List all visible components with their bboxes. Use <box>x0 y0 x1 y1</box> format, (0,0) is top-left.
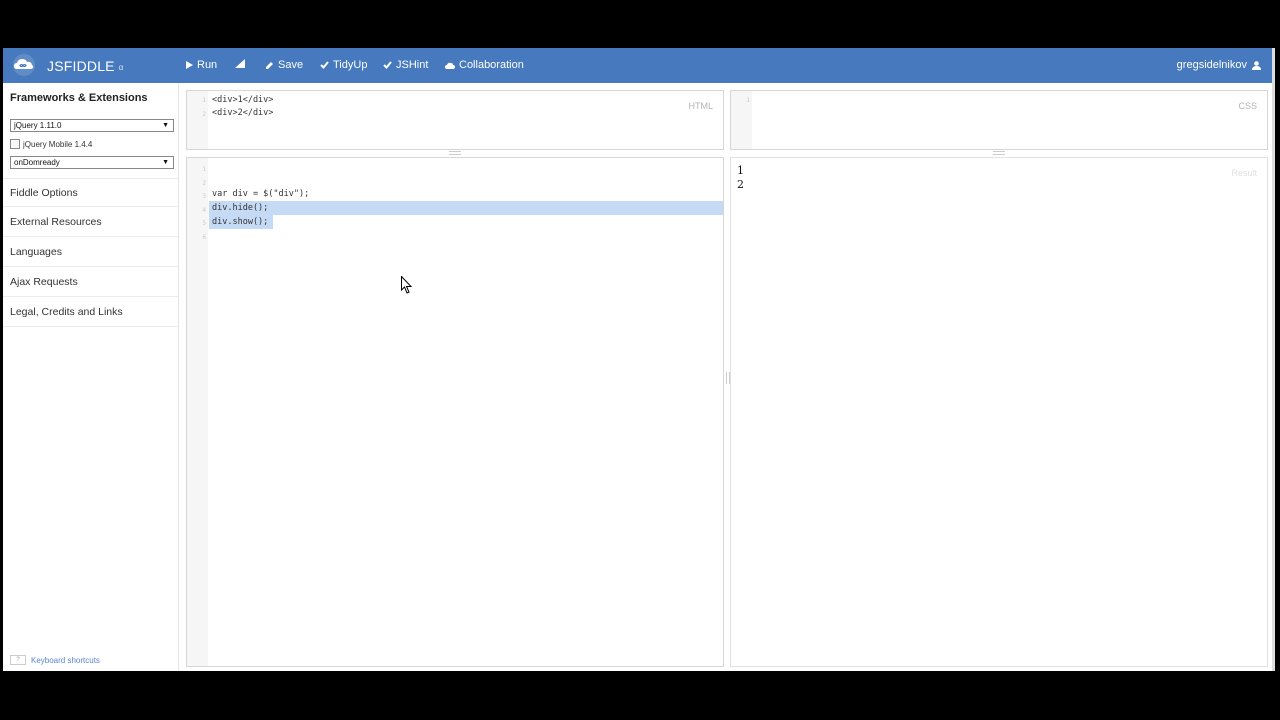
sidebar-item-label: Legal, Credits and Links <box>10 306 123 318</box>
mouse-cursor-icon <box>401 276 413 294</box>
dropdown-arrow-icon: ▼ <box>162 159 169 166</box>
user-icon <box>1252 60 1261 70</box>
line-number: 5 <box>202 220 206 227</box>
javascript-editor-panel[interactable]: 1 2 3 4 5 6 var div = $("div"); div.hide… <box>186 157 724 667</box>
brand-version-mark: α <box>118 62 124 72</box>
collaboration-label: Collaboration <box>459 59 524 71</box>
sidebar-item-label: Languages <box>10 246 62 258</box>
user-menu[interactable]: gregsidelnikov <box>1177 59 1261 71</box>
sidebar-item-languages[interactable]: Languages <box>3 238 178 267</box>
signal-bars-icon <box>235 59 245 68</box>
sidebar-item-label: Ajax Requests <box>10 276 78 288</box>
js-code-line[interactable]: div.hide(); <box>212 203 268 213</box>
load-type-select[interactable]: onDomready ▼ <box>10 156 174 169</box>
line-number: 3 <box>202 193 206 200</box>
html-editor-panel[interactable]: 1 2 <div>1</div> <div>2</div> HTML <box>186 90 724 155</box>
keyboard-shortcuts-label: Keyboard shortcuts <box>31 655 100 665</box>
keyboard-key-icon: ? <box>10 655 26 665</box>
run-button[interactable]: Run <box>186 59 217 71</box>
css-panel-label: CSS <box>1238 101 1257 111</box>
run-label: Run <box>197 59 218 71</box>
sidebar-item-legal-credits-links[interactable]: Legal, Credits and Links <box>3 298 178 327</box>
result-div-2: 2 <box>737 178 744 191</box>
html-resize-handle[interactable] <box>449 151 461 155</box>
collaboration-button[interactable]: Collaboration <box>445 59 524 71</box>
tidyup-label: TidyUp <box>333 59 368 71</box>
js-code-line[interactable]: var div = $("div"); <box>212 189 309 199</box>
html-code-line[interactable]: <div>2</div> <box>212 108 273 118</box>
line-number: 2 <box>202 111 206 118</box>
load-type-value: onDomready <box>14 158 60 167</box>
username: gregsidelnikov <box>1176 59 1247 71</box>
tidyup-button[interactable]: TidyUp <box>320 59 367 71</box>
sidebar-item-label: External Resources <box>10 216 102 228</box>
play-icon <box>186 61 193 69</box>
line-number: 1 <box>202 166 206 173</box>
jshint-button[interactable]: JSHint <box>383 59 428 71</box>
selection-highlight <box>209 201 723 215</box>
html-code-line[interactable]: <div>1</div> <box>212 95 273 105</box>
brand-text: JSFIDDLE <box>47 58 115 74</box>
save-label: Save <box>278 59 304 71</box>
line-number: 6 <box>202 234 206 241</box>
jsfiddle-app: JSFIDDLE α Run Save TidyUp JSHint Collabo… <box>3 48 1275 671</box>
frameworks-extensions-heading: Frameworks & Extensions <box>10 92 148 104</box>
dropdown-arrow-icon: ▼ <box>162 122 169 129</box>
check-icon <box>383 61 392 69</box>
framework-select-value: jQuery 1.11.0 <box>14 121 62 130</box>
window-scrollbar[interactable] <box>1272 48 1275 671</box>
line-number: 1 <box>746 97 750 104</box>
keyboard-shortcuts-link[interactable]: ? Keyboard shortcuts <box>10 655 100 665</box>
stats-button[interactable] <box>235 59 245 68</box>
brand-name[interactable]: JSFIDDLE α <box>47 58 124 74</box>
line-number: 4 <box>202 207 206 214</box>
jsfiddle-cloud-logo-icon[interactable] <box>11 54 37 76</box>
save-button[interactable]: Save <box>265 59 303 71</box>
line-number: 1 <box>202 97 206 104</box>
jquery-mobile-checkbox[interactable] <box>10 139 20 149</box>
html-panel-label: HTML <box>688 101 714 111</box>
sidebar: Frameworks & Extensions jQuery 1.11.0 ▼ … <box>3 83 179 671</box>
jshint-label: JSHint <box>396 59 429 71</box>
pencil-icon <box>266 61 273 69</box>
framework-select[interactable]: jQuery 1.11.0 ▼ <box>10 119 174 132</box>
result-div-1: 1 <box>737 164 744 177</box>
check-icon <box>320 61 329 69</box>
sidebar-item-label: Fiddle Options <box>10 187 78 199</box>
cloud-icon <box>445 62 455 69</box>
sidebar-item-external-resources[interactable]: External Resources <box>3 208 178 237</box>
jquery-mobile-option[interactable]: jQuery Mobile 1.4.4 <box>10 139 92 149</box>
js-code-line[interactable]: div.show(); <box>212 217 268 227</box>
sidebar-item-ajax-requests[interactable]: Ajax Requests <box>3 268 178 297</box>
jquery-mobile-label: jQuery Mobile 1.4.4 <box>23 139 93 149</box>
top-navigation-bar: JSFIDDLE α Run Save TidyUp JSHint Collabo… <box>3 48 1275 83</box>
line-number: 2 <box>202 180 206 187</box>
result-panel[interactable]: Result 1 2 <box>730 157 1268 667</box>
css-resize-handle[interactable] <box>993 151 1005 155</box>
css-editor-panel[interactable]: 1 CSS <box>730 90 1268 155</box>
sidebar-item-fiddle-options[interactable]: Fiddle Options <box>3 178 178 207</box>
result-panel-label: Result <box>1231 168 1257 178</box>
